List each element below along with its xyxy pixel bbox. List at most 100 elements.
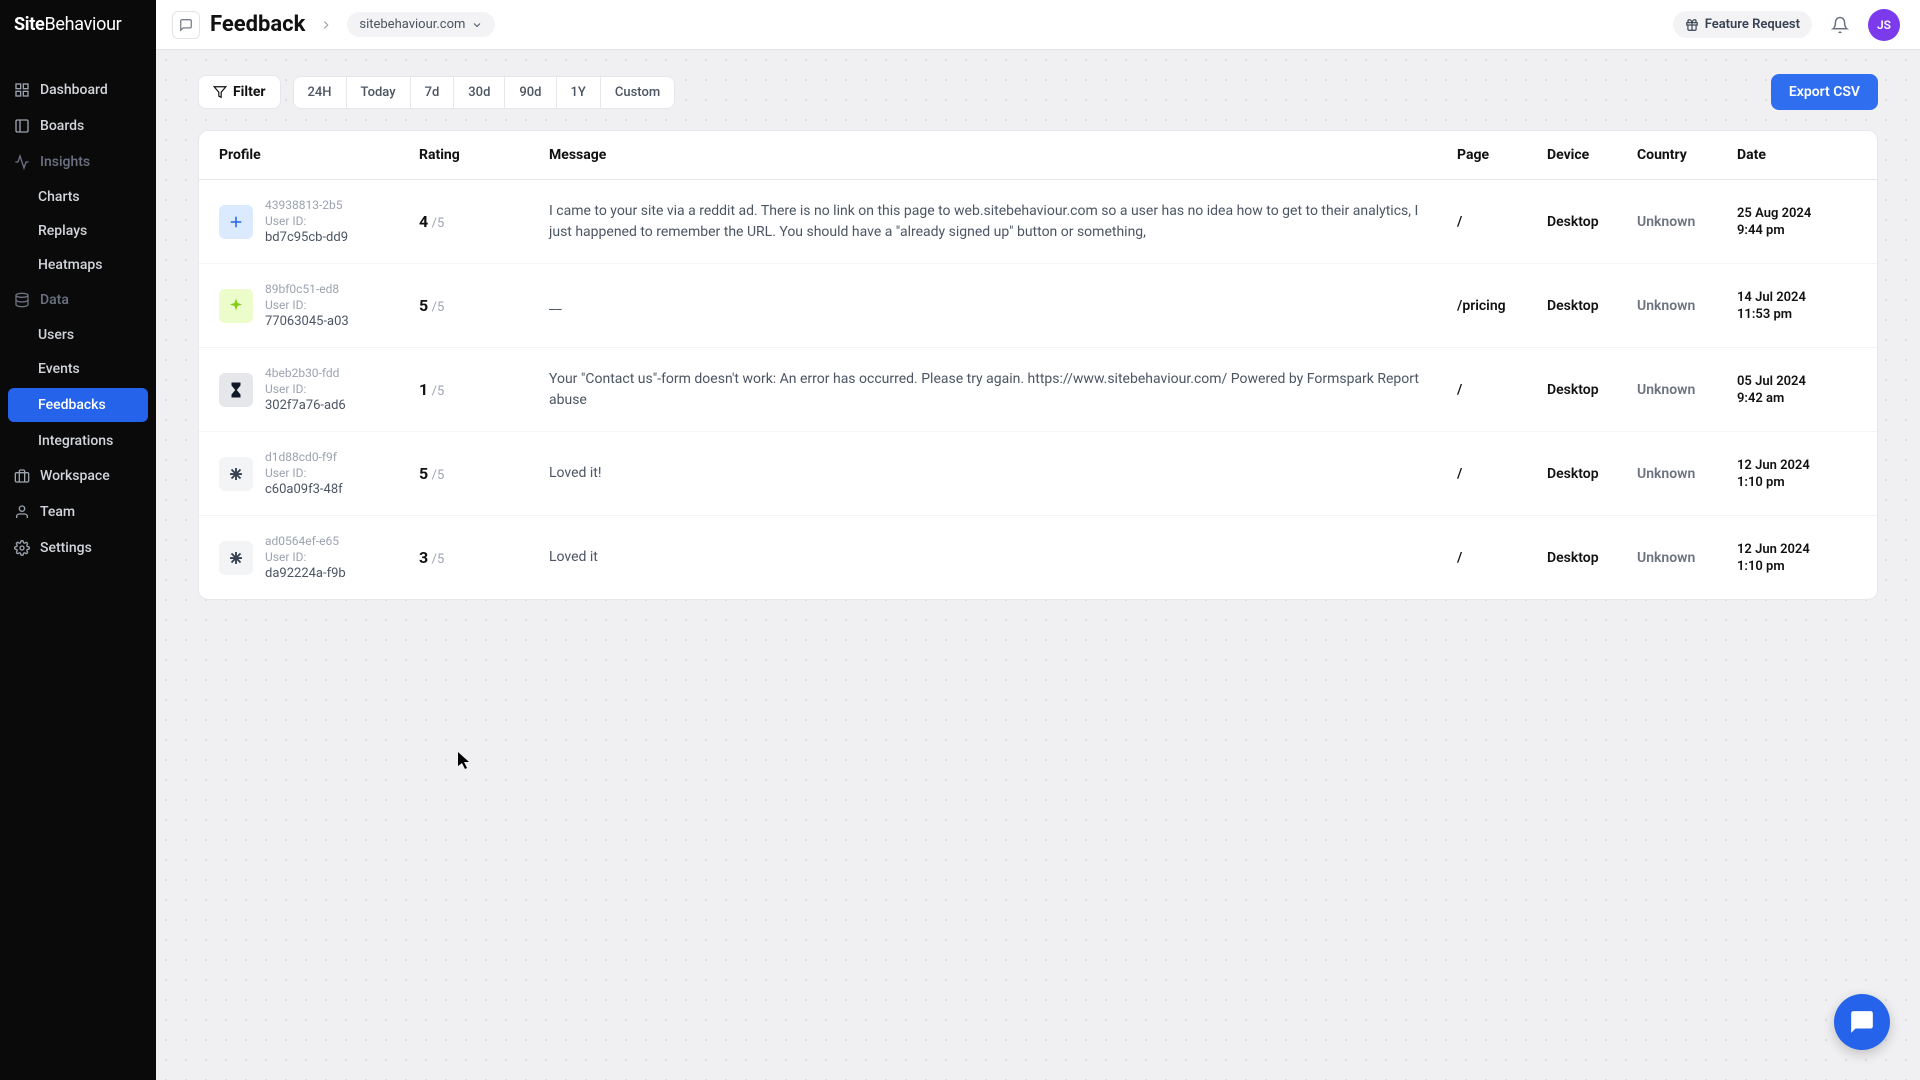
col-date: Date <box>1737 147 1857 163</box>
filter-button[interactable]: Filter <box>198 75 281 109</box>
user-id-label: User ID: <box>265 550 346 564</box>
sidebar-item-dashboard[interactable]: Dashboard <box>0 72 156 108</box>
table-header: Profile Rating Message Page Device Count… <box>199 131 1877 180</box>
message-cell: Your "Contact us"-form doesn't work: An … <box>549 369 1457 411</box>
date-cell: 05 Jul 20249:42 am <box>1737 374 1857 406</box>
filter-icon <box>213 85 227 99</box>
range-7d[interactable]: 7d <box>411 77 455 108</box>
page-cell: / <box>1457 214 1547 230</box>
range-30d[interactable]: 30d <box>454 77 505 108</box>
session-id: 89bf0c51-ed8 <box>265 282 349 296</box>
device-cell: Desktop <box>1547 382 1637 398</box>
table-row[interactable]: 4beb2b30-fddUser ID:302f7a76-ad61 /5Your… <box>199 348 1877 432</box>
session-id: 4beb2b30-fdd <box>265 366 346 380</box>
session-id: 43938813-2b5 <box>265 198 348 212</box>
user-id-label: User ID: <box>265 214 348 228</box>
sidebar-section-data[interactable]: Data <box>0 282 156 318</box>
profile-info: 89bf0c51-ed8User ID:77063045-a03 <box>265 282 349 329</box>
feature-request-button[interactable]: Feature Request <box>1673 11 1812 38</box>
profile-avatar <box>219 373 253 407</box>
sidebar-item-charts[interactable]: Charts <box>0 180 156 214</box>
range-custom[interactable]: Custom <box>601 77 674 108</box>
sidebar-item-boards[interactable]: Boards <box>0 108 156 144</box>
profile-avatar <box>219 289 253 323</box>
feature-request-label: Feature Request <box>1705 17 1800 32</box>
topbar: SiteBehaviour Feedback sitebehaviour.com… <box>0 0 1920 50</box>
sidebar-item-feedbacks[interactable]: Feedbacks <box>8 388 148 422</box>
date-range-group: 24H Today 7d 30d 90d 1Y Custom <box>293 76 676 109</box>
profile-cell: 43938813-2b5 User ID: bd7c95cb-dd9 <box>219 198 419 245</box>
country-cell: Unknown <box>1637 382 1737 398</box>
user-id-label: User ID: <box>265 466 343 480</box>
notifications-button[interactable] <box>1826 11 1854 39</box>
sidebar-item-settings[interactable]: Settings <box>0 530 156 566</box>
sidebar-item-events[interactable]: Events <box>0 352 156 386</box>
sidebar-section-insights[interactable]: Insights <box>0 144 156 180</box>
session-id: d1d88cd0-f9f <box>265 450 343 464</box>
page-title: Feedback <box>210 12 305 37</box>
table-row[interactable]: ad0564ef-e65User ID:da92224a-f9b3 /5Love… <box>199 516 1877 599</box>
message-cell: Loved it! <box>549 463 1457 484</box>
rating-cell: 1 /5 <box>419 380 549 399</box>
chat-icon <box>1849 1009 1875 1035</box>
sidebar-item-heatmaps[interactable]: Heatmaps <box>0 248 156 282</box>
bell-icon <box>1831 16 1849 34</box>
dashboard-icon <box>14 82 30 98</box>
date-cell: 12 Jun 20241:10 pm <box>1737 542 1857 574</box>
table-row[interactable]: 43938813-2b5User ID:bd7c95cb-dd94 /5I ca… <box>199 180 1877 264</box>
sidebar-item-replays[interactable]: Replays <box>0 214 156 248</box>
data-icon <box>14 292 30 308</box>
range-1y[interactable]: 1Y <box>557 77 601 108</box>
export-csv-button[interactable]: Export CSV <box>1771 74 1878 110</box>
user-id: da92224a-f9b <box>265 566 346 581</box>
profile-avatar <box>219 205 253 239</box>
boards-icon <box>14 118 30 134</box>
rating-cell: 5 /5 <box>419 296 549 315</box>
user-id: 302f7a76-ad6 <box>265 398 346 413</box>
logo-text: SiteBehaviour <box>14 14 122 35</box>
profile-avatar <box>219 457 253 491</box>
profile-info: d1d88cd0-f9f User ID: c60a09f3-48f <box>265 450 343 497</box>
site-selector-dropdown[interactable]: sitebehaviour.com <box>347 12 495 37</box>
feedback-table: Profile Rating Message Page Device Count… <box>198 130 1878 600</box>
profile-info: 43938813-2b5 User ID: bd7c95cb-dd9 <box>265 198 348 245</box>
country-cell: Unknown <box>1637 298 1737 314</box>
table-row[interactable]: d1d88cd0-f9f User ID: c60a09f3-48f 5 /5Love… <box>199 432 1877 516</box>
sidebar-item-integrations[interactable]: Integrations <box>0 424 156 458</box>
range-today[interactable]: Today <box>347 77 411 108</box>
device-cell: Desktop <box>1547 214 1637 230</box>
date-cell: 14 Jul 202411:53 pm <box>1737 290 1857 322</box>
range-90d[interactable]: 90d <box>505 77 556 108</box>
profile-cell: ad0564ef-e65 User ID: da92224a-f9b <box>219 534 419 581</box>
sidebar-item-team[interactable]: Team <box>0 494 156 530</box>
page-cell: / <box>1457 466 1547 482</box>
toolbar: Filter 24H Today 7d 30d 90d 1Y Custom Ex… <box>198 74 1878 110</box>
rating-cell: 5 /5 <box>419 464 549 483</box>
col-country: Country <box>1637 147 1737 163</box>
feedback-icon <box>172 11 200 39</box>
session-id: ad0564ef-e65 <box>265 534 346 548</box>
page-cell: / <box>1457 382 1547 398</box>
table-row[interactable]: 89bf0c51-ed8User ID:77063045-a035 /5__/p… <box>199 264 1877 348</box>
workspace-icon <box>14 468 30 484</box>
site-name: sitebehaviour.com <box>359 17 465 32</box>
range-24h[interactable]: 24H <box>294 77 347 108</box>
user-avatar[interactable]: JS <box>1868 9 1900 41</box>
sidebar-item-users[interactable]: Users <box>0 318 156 352</box>
sidebar-item-workspace[interactable]: Workspace <box>0 458 156 494</box>
insights-icon <box>14 154 30 170</box>
device-cell: Desktop <box>1547 466 1637 482</box>
user-id: bd7c95cb-dd9 <box>265 230 348 245</box>
device-cell: Desktop <box>1547 298 1637 314</box>
user-id: c60a09f3-48f <box>265 482 343 497</box>
col-device: Device <box>1547 147 1637 163</box>
logo[interactable]: SiteBehaviour <box>0 0 156 50</box>
chat-widget-button[interactable] <box>1834 994 1890 1050</box>
profile-avatar <box>219 541 253 575</box>
page-cell: / <box>1457 550 1547 566</box>
chevron-down-icon <box>471 19 483 31</box>
user-id-label: User ID: <box>265 298 349 312</box>
page-cell: /pricing <box>1457 298 1547 314</box>
col-page: Page <box>1457 147 1547 163</box>
profile-info: ad0564ef-e65 User ID: da92224a-f9b <box>265 534 346 581</box>
